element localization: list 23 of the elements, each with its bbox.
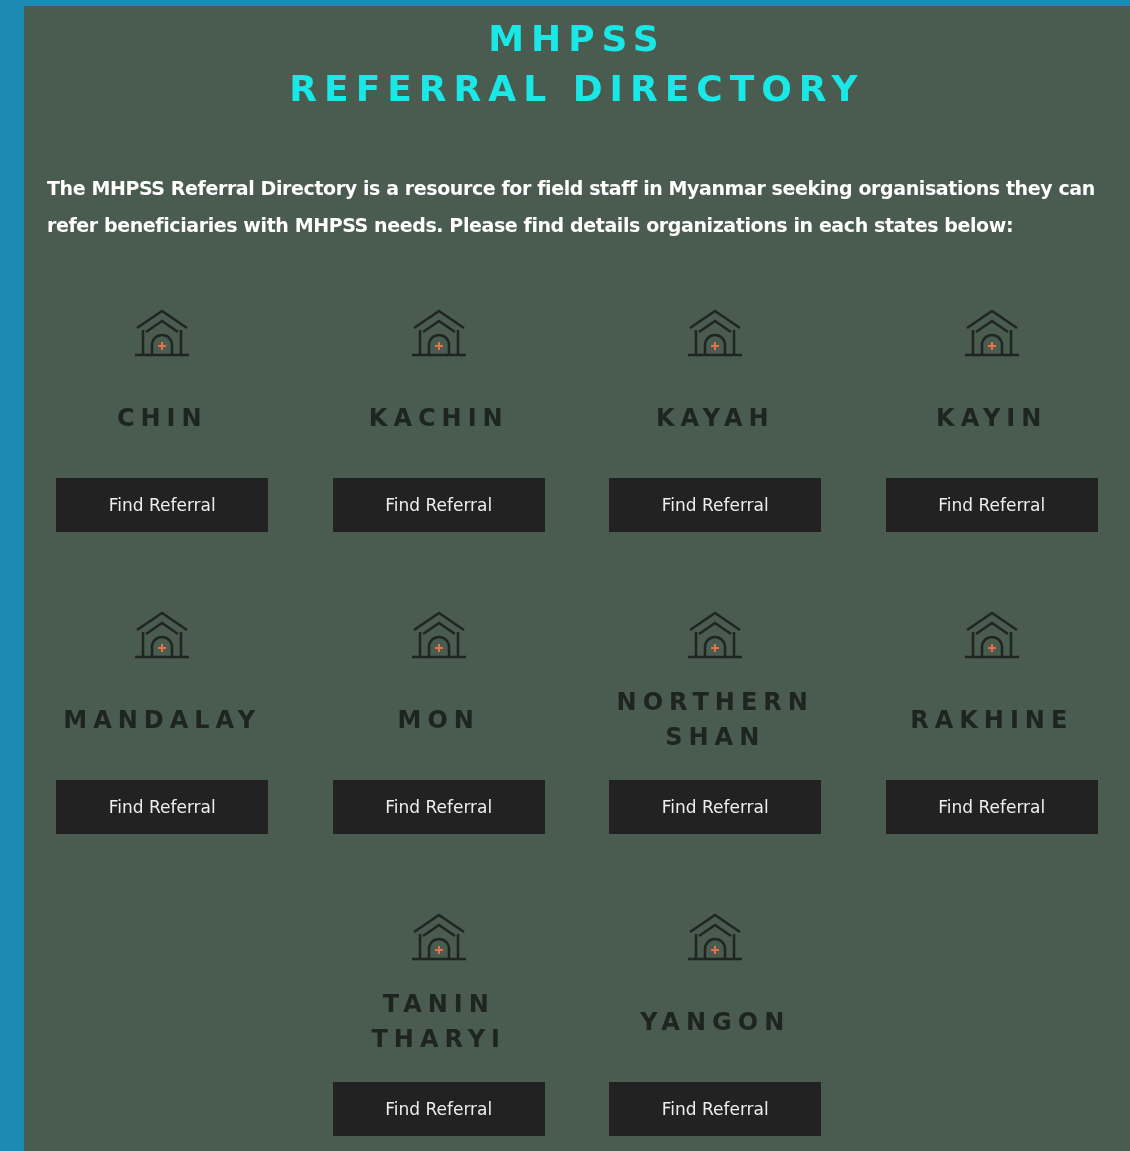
house-icon bbox=[687, 912, 744, 962]
house-icon bbox=[410, 912, 467, 962]
find-referral-button[interactable]: Find Referral bbox=[332, 478, 545, 532]
house-icon bbox=[410, 308, 467, 358]
find-referral-button[interactable]: Find Referral bbox=[885, 478, 1098, 532]
find-referral-button[interactable]: Find Referral bbox=[332, 1082, 545, 1136]
find-referral-button[interactable]: Find Referral bbox=[56, 478, 269, 532]
find-referral-button[interactable]: Find Referral bbox=[609, 780, 822, 834]
find-referral-button[interactable]: Find Referral bbox=[332, 780, 545, 834]
house-icon bbox=[410, 610, 467, 660]
house-icon bbox=[687, 610, 744, 660]
house-icon bbox=[687, 308, 744, 358]
house-icon bbox=[134, 308, 191, 358]
page-title: MHPSS bbox=[488, 17, 666, 61]
find-referral-button[interactable]: Find Referral bbox=[56, 780, 269, 834]
intro-paragraph: The MHPSS Referral Directory is a resource for field staff in Myanmar seeking organisations they can refer beneficiaries with MHPSS needs. Please find details organizations in each states below: bbox=[47, 176, 1096, 238]
find-referral-button[interactable]: Find Referral bbox=[885, 780, 1098, 834]
house-icon bbox=[963, 610, 1020, 660]
house-icon bbox=[963, 308, 1020, 358]
find-referral-button[interactable]: Find Referral bbox=[609, 1082, 822, 1136]
find-referral-button[interactable]: Find Referral bbox=[609, 478, 822, 532]
house-icon bbox=[134, 610, 191, 660]
page-title: REFERRAL DIRECTORY bbox=[289, 67, 865, 111]
